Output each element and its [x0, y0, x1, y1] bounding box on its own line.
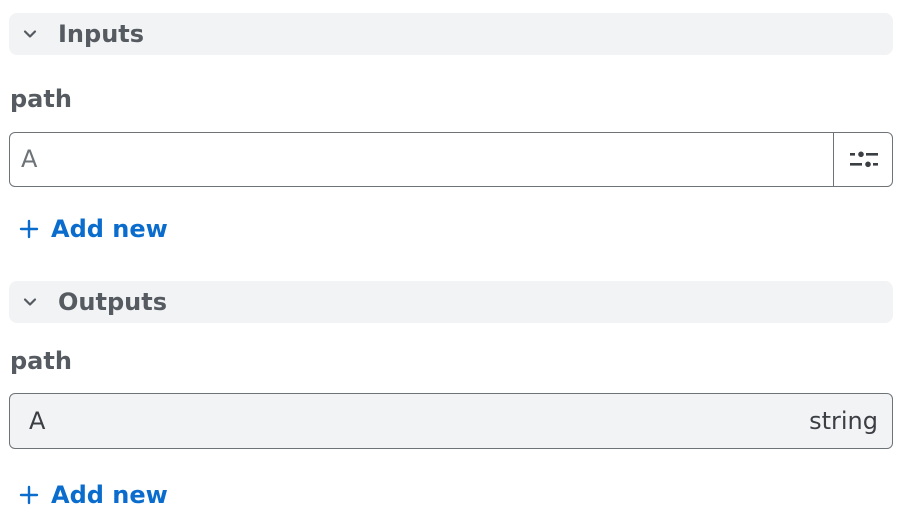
inputs-add-new-button[interactable]: Add new — [19, 213, 168, 245]
io-panel: Inputs path A Add new Outputs path A str — [0, 0, 902, 532]
inputs-path-label: path — [10, 85, 72, 113]
outputs-add-new-button[interactable]: Add new — [19, 479, 168, 511]
inputs-path-input[interactable]: A — [9, 132, 837, 187]
outputs-path-type: string — [809, 407, 878, 435]
inputs-section-header[interactable]: Inputs — [9, 13, 893, 55]
outputs-section-title: Outputs — [58, 288, 167, 316]
plus-icon — [19, 219, 39, 239]
input-options-button[interactable] — [833, 132, 893, 187]
sliders-icon — [850, 151, 878, 168]
chevron-down-icon — [23, 298, 37, 306]
outputs-add-new-label: Add new — [51, 481, 168, 509]
plus-icon — [19, 485, 39, 505]
outputs-section-header[interactable]: Outputs — [9, 281, 893, 323]
inputs-add-new-label: Add new — [51, 215, 168, 243]
outputs-path-value: A — [29, 407, 46, 435]
outputs-path-label: path — [10, 347, 72, 375]
inputs-section-title: Inputs — [58, 20, 145, 48]
chevron-down-icon — [23, 30, 37, 38]
outputs-path-field: A string — [9, 393, 893, 449]
